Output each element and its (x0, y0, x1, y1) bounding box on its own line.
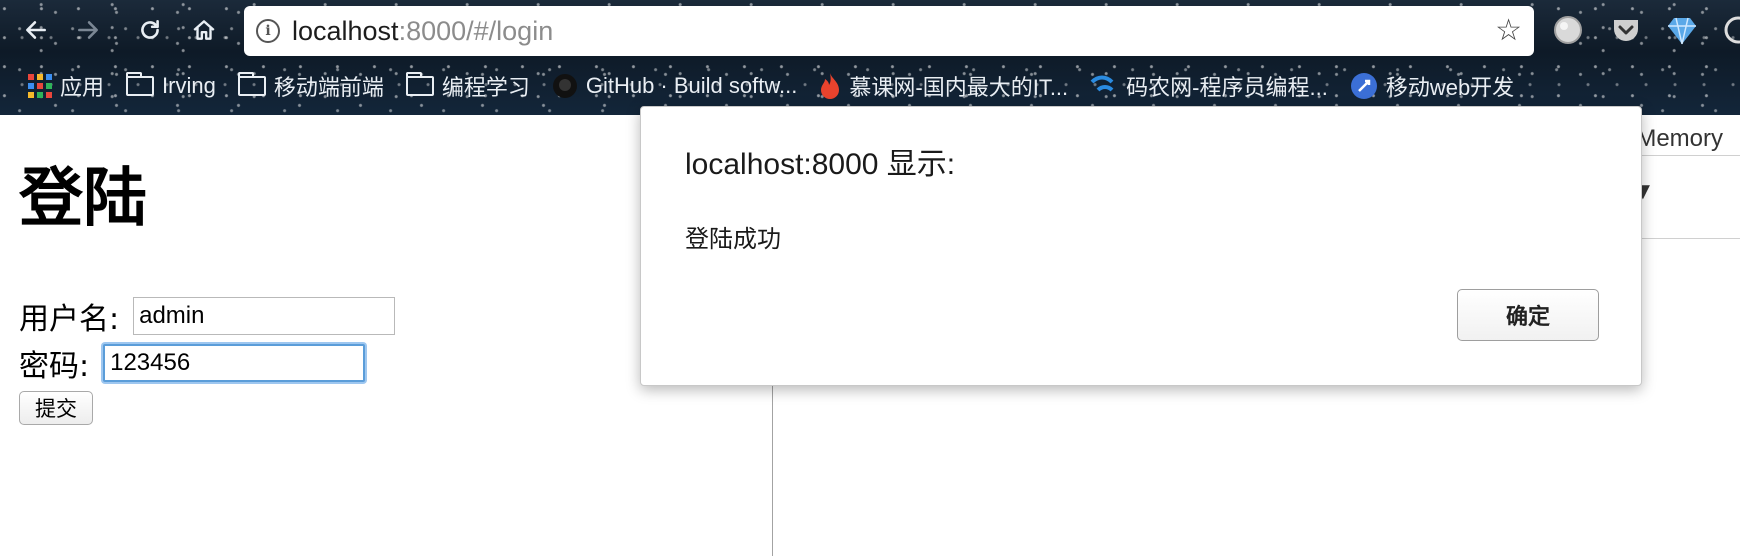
dialog-ok-button[interactable]: 确定 (1457, 289, 1599, 341)
extension-icon-partial[interactable] (1722, 14, 1740, 46)
bookmark-label: 码农网-程序员编程... (1126, 75, 1328, 100)
reload-icon (141, 20, 159, 39)
bookmark-label: 编程学习 (441, 75, 530, 100)
folder-icon (405, 72, 434, 96)
url-host: localhost (292, 15, 399, 46)
home-icon (193, 20, 215, 40)
home-button[interactable] (186, 12, 222, 48)
bookmark-label: 应用 (60, 75, 105, 100)
reload-button[interactable] (132, 12, 168, 48)
flame-icon (819, 72, 841, 100)
password-input[interactable] (103, 344, 366, 382)
pocket-icon[interactable] (1610, 14, 1642, 46)
apps-grid-icon (28, 74, 52, 98)
dialog-title: localhost:8000 显示: (685, 148, 956, 181)
browser-window: i localhost:8000/#/login ☆ 应用 Irving 移动… (0, 0, 1740, 556)
bookmarks-bar: 应用 Irving 移动端前端 编程学习 GitHub · Build soft… (0, 66, 1740, 106)
forward-button[interactable] (70, 12, 106, 48)
bookmark-folder-programming[interactable]: 编程学习 (405, 70, 530, 102)
bookmark-folder-mobile-frontend[interactable]: 移动端前端 (237, 70, 384, 102)
extension-globe-icon[interactable] (1552, 14, 1584, 46)
rocket-icon (1350, 72, 1378, 100)
username-label: 用户名: (19, 302, 120, 337)
back-arrow-icon (26, 21, 46, 39)
submit-button[interactable]: 提交 (19, 391, 93, 425)
folder-icon (237, 72, 266, 96)
bookmark-label: GitHub · Build softw... (585, 73, 798, 98)
username-input[interactable] (133, 297, 396, 335)
browser-toolbar: i localhost:8000/#/login ☆ 应用 Irving 移动… (0, 0, 1740, 115)
bookmark-folder-irving[interactable]: Irving (126, 72, 216, 99)
bookmark-github[interactable]: GitHub · Build softw... (552, 73, 798, 99)
username-row: 用户名: (19, 294, 396, 338)
info-icon[interactable]: i (256, 19, 280, 43)
password-row: 密码: (19, 341, 366, 385)
bookmark-mobile-web[interactable]: 移动web开发 (1350, 70, 1514, 102)
bookmark-star-icon[interactable]: ☆ (1495, 16, 1522, 46)
bookmark-label: 慕课网-国内最大的IT... (849, 75, 1069, 100)
url-path: :8000/#/login (398, 15, 554, 46)
dialog-message: 登陆成功 (685, 225, 781, 253)
folder-icon (126, 72, 155, 96)
bookmark-apps[interactable]: 应用 (28, 70, 104, 102)
back-button[interactable] (18, 12, 54, 48)
alert-dialog: localhost:8000 显示: 登陆成功 确定 (640, 106, 1642, 386)
wave-icon (1090, 74, 1118, 98)
page-title: 登陆 (19, 162, 147, 236)
diamond-extension-icon[interactable] (1666, 14, 1698, 46)
password-label: 密码: (19, 349, 90, 384)
github-icon (552, 73, 578, 99)
bookmark-label: 移动web开发 (1385, 75, 1515, 100)
bookmark-label: 移动端前端 (273, 75, 384, 100)
address-bar[interactable]: i localhost:8000/#/login ☆ (244, 6, 1534, 56)
bookmark-codeceo[interactable]: 码农网-程序员编程... (1090, 70, 1328, 102)
forward-arrow-icon (78, 21, 98, 39)
devtools-tab-memory[interactable]: Memory (1636, 125, 1723, 153)
bookmark-label: Irving (162, 73, 216, 98)
bookmark-imooc[interactable]: 慕课网-国内最大的IT... (819, 70, 1068, 102)
